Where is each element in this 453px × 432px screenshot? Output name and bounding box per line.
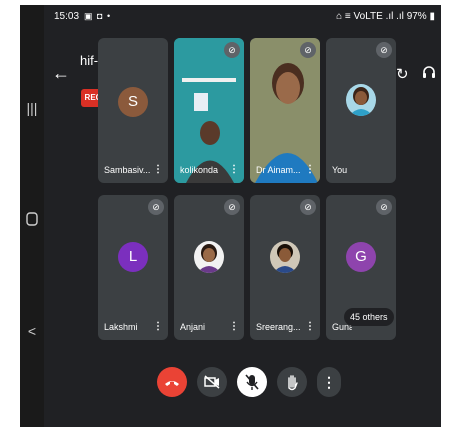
participant-tile[interactable]: S Sambasiv... ⋮ (98, 38, 168, 183)
participant-name: Sreerang... (256, 322, 301, 332)
signal-icons: ⌂ ≡ VoLTE .ıl .ıl (336, 11, 404, 22)
status-bar: 15:03 ▣ ◘ • ⌂ ≡ VoLTE .ıl .ıl 97% ▮ (54, 11, 439, 25)
phone-hangup-icon (165, 381, 179, 386)
video-feed (174, 38, 244, 183)
mic-off-icon: ⊘ (376, 199, 392, 215)
avatar (270, 241, 300, 273)
more-options-icon[interactable]: ⋮ (305, 321, 315, 332)
more-vert-icon: ⋮ (322, 374, 336, 390)
mic-toggle-button[interactable] (237, 367, 267, 397)
battery-icon: ▮ (429, 11, 435, 22)
more-options-icon[interactable]: ⋮ (229, 321, 239, 332)
avatar (194, 241, 224, 273)
participant-tile-self[interactable]: ⊘ You (326, 38, 396, 183)
others-count-badge[interactable]: 45 others (344, 308, 394, 326)
switch-camera-icon[interactable]: ↻ (396, 65, 409, 83)
participant-tile[interactable]: ⊘ kolikonda ⋮ (174, 38, 244, 183)
avatar: S (118, 87, 148, 117)
more-options-button[interactable]: ⋮ (317, 367, 341, 397)
mic-off-icon: ⊘ (148, 199, 164, 215)
home-icon[interactable] (24, 212, 40, 228)
participant-tile[interactable]: ⊘ L Lakshmi ⋮ (98, 195, 168, 340)
status-time: 15:03 (54, 11, 80, 22)
audio-output-icon[interactable] (422, 65, 436, 83)
participant-tile-others[interactable]: ⊘ G Guna 45 others (326, 195, 396, 340)
navigation-bar: ||| < (20, 5, 44, 427)
avatar (346, 84, 376, 116)
participant-name: Sambasiv... (104, 165, 151, 175)
hand-icon (288, 375, 298, 391)
camera-toggle-button[interactable] (197, 367, 227, 397)
avatar: G (346, 242, 376, 272)
video-feed (250, 38, 320, 183)
more-options-icon[interactable]: ⋮ (229, 164, 239, 175)
raise-hand-button[interactable] (277, 367, 307, 397)
mic-off-icon: ⊘ (376, 42, 392, 58)
participant-name: Anjani (180, 322, 206, 332)
participant-tile[interactable]: ⊘ Dr Ainam... ⋮ (250, 38, 320, 183)
participant-name: You (332, 165, 348, 175)
mic-off-icon: ⊘ (300, 199, 316, 215)
notification-icons: ▣ ◘ • (84, 11, 112, 21)
end-call-button[interactable] (157, 367, 187, 397)
more-options-icon[interactable]: ⋮ (153, 164, 163, 175)
participant-name: kolikonda (180, 165, 219, 175)
mic-off-icon: ⊘ (224, 199, 240, 215)
mic-off-icon: ⊘ (224, 42, 240, 58)
recents-icon[interactable]: ||| (24, 100, 40, 116)
participant-name: Lakshmi (104, 322, 138, 332)
status-right: ⌂ ≡ VoLTE .ıl .ıl 97% ▮ (336, 11, 435, 22)
back-arrow-icon[interactable]: ← (52, 63, 70, 84)
participant-tile[interactable]: ⊘ Anjani ⋮ (174, 195, 244, 340)
participant-tile[interactable]: ⊘ Sreerang... ⋮ (250, 195, 320, 340)
participant-name: Dr Ainam... (256, 165, 301, 175)
camera-off-icon (204, 375, 220, 389)
meet-screen: ||| < 15:03 ▣ ◘ • ⌂ ≡ VoLTE .ıl .ıl 97% … (20, 5, 441, 427)
mic-off-icon: ⊘ (300, 42, 316, 58)
avatar: L (118, 242, 148, 272)
mic-off-icon (245, 374, 259, 390)
more-options-icon[interactable]: ⋮ (305, 164, 315, 175)
back-nav-icon[interactable]: < (24, 323, 40, 339)
battery-level: 97% (406, 11, 427, 22)
more-options-icon[interactable]: ⋮ (153, 321, 163, 332)
